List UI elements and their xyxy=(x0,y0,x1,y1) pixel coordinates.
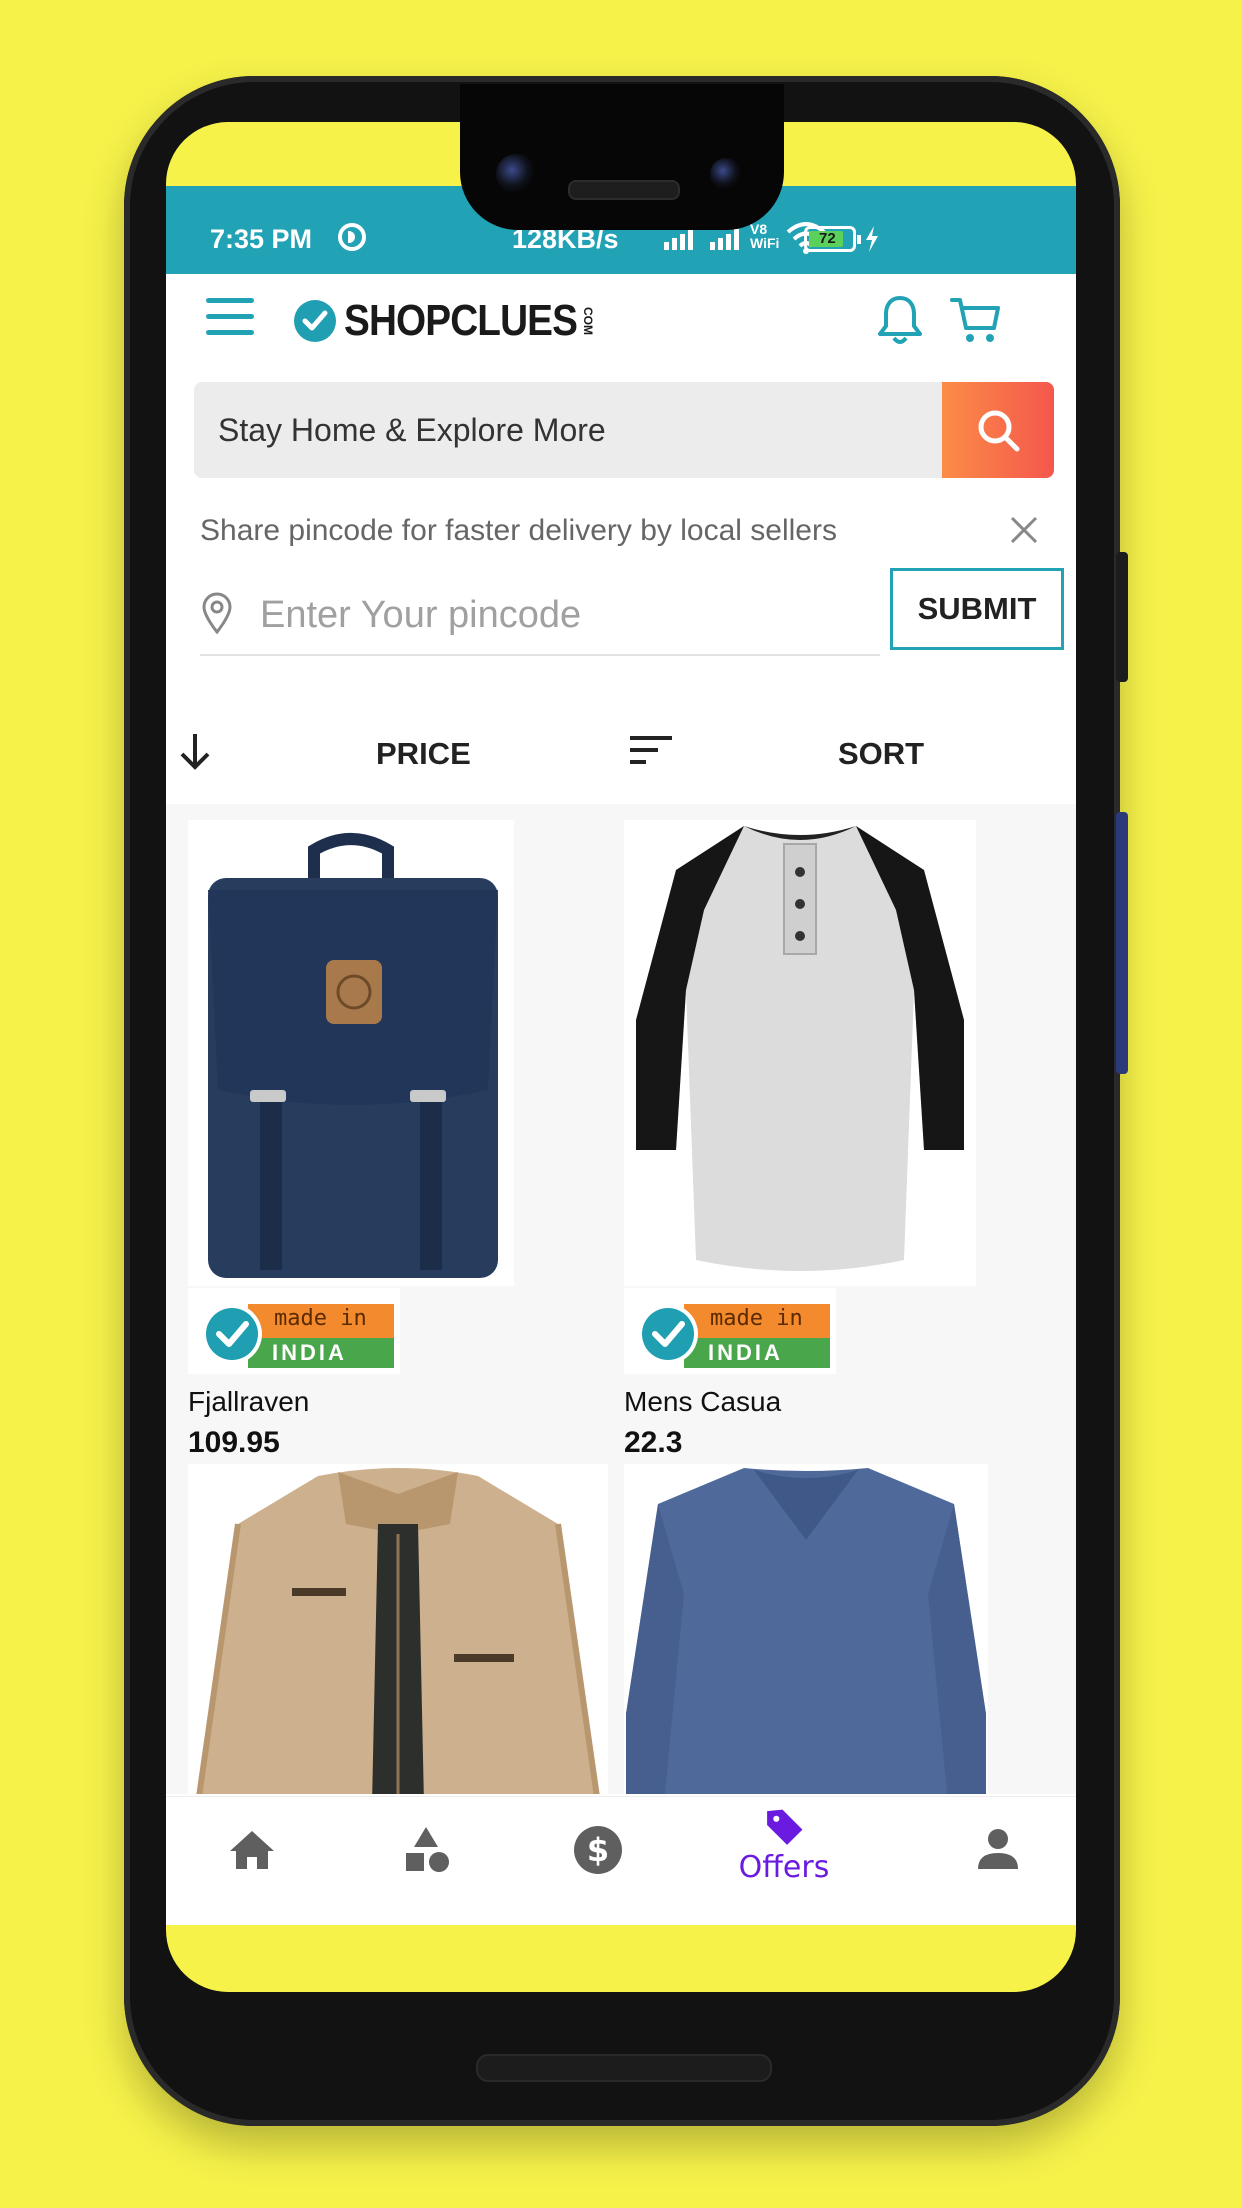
search-button[interactable] xyxy=(942,382,1054,478)
bell-icon[interactable] xyxy=(872,292,928,348)
product-name[interactable]: Fjallraven xyxy=(188,1386,309,1418)
phone-notch xyxy=(460,84,784,230)
badge-bottom-text: INDIA xyxy=(708,1340,783,1365)
product-card[interactable]: made in INDIA Mens Casua 22.3 xyxy=(624,820,976,1459)
product-image[interactable] xyxy=(188,820,514,1286)
pincode-input[interactable]: Enter Your pincode xyxy=(200,574,880,656)
badge-bottom-text: INDIA xyxy=(272,1340,347,1365)
phone-chin-speaker xyxy=(476,2054,772,2082)
nav-profile[interactable] xyxy=(958,1823,1038,1903)
nav-categories[interactable] xyxy=(388,1823,468,1903)
app-content: SHOPCLUES COM Stay Home & Explore More S xyxy=(166,274,1076,1925)
product-price: 109.95 xyxy=(188,1426,280,1459)
arrow-down-icon[interactable] xyxy=(170,726,220,776)
product-card[interactable] xyxy=(188,1464,608,1794)
bottom-nav: $ Offers xyxy=(166,1796,1076,1925)
vowifi-icon: V8 WiFi xyxy=(750,221,780,251)
front-sensor xyxy=(710,158,742,190)
volume-button xyxy=(1116,812,1128,1074)
data-saver-icon xyxy=(338,223,366,251)
shopclues-logo[interactable]: SHOPCLUES COM xyxy=(294,296,595,346)
status-time: 7:35 PM xyxy=(210,224,313,254)
submit-button[interactable]: SUBMIT xyxy=(890,568,1064,650)
search-input[interactable]: Stay Home & Explore More xyxy=(218,412,606,449)
filter-bar: PRICE SORT xyxy=(166,706,1076,796)
battery-icon: 72 xyxy=(804,226,861,252)
sort-filter[interactable]: SORT xyxy=(838,736,924,772)
home-icon xyxy=(230,1831,274,1869)
pincode-message: Share pincode for faster delivery by loc… xyxy=(200,514,837,547)
menu-icon[interactable] xyxy=(206,298,254,338)
product-image[interactable] xyxy=(624,820,976,1286)
power-button xyxy=(1116,552,1128,682)
nav-wallet[interactable]: $ xyxy=(558,1823,638,1903)
logo-check-icon xyxy=(294,300,336,342)
product-image[interactable] xyxy=(624,1464,988,1794)
pincode-placeholder: Enter Your pincode xyxy=(260,594,582,636)
badge-top-text: made in xyxy=(274,1306,367,1331)
logo-text: SHOPCLUES xyxy=(344,296,578,345)
battery-level: 72 xyxy=(819,230,836,247)
sort-icon[interactable] xyxy=(626,726,676,776)
app-header: SHOPCLUES COM xyxy=(166,274,1076,370)
location-pin-icon xyxy=(202,592,232,634)
logo-suffix: COM xyxy=(580,307,595,335)
front-camera xyxy=(496,154,536,194)
svg-text:$: $ xyxy=(587,1831,609,1869)
phone-screen: 7:35 PM 128KB/s V8 WiFi 72 SHOPCLUES COM… xyxy=(166,122,1076,1992)
product-card[interactable] xyxy=(624,1464,988,1794)
dollar-icon: $ xyxy=(574,1826,622,1874)
offers-tag-icon xyxy=(767,1809,803,1845)
product-card[interactable]: made in INDIA Fjallraven 109.95 xyxy=(188,820,514,1459)
search-icon xyxy=(978,410,1020,452)
charging-icon xyxy=(866,226,878,252)
close-icon[interactable] xyxy=(1004,510,1044,550)
search-bar[interactable]: Stay Home & Explore More xyxy=(194,382,1054,478)
made-in-india-badge: made in INDIA xyxy=(188,1288,400,1374)
nav-offers[interactable]: Offers xyxy=(718,1805,850,1885)
nav-offers-label: Offers xyxy=(738,1850,830,1885)
product-name[interactable]: Mens Casua xyxy=(624,1386,781,1418)
profile-icon xyxy=(978,1829,1018,1869)
cart-icon[interactable] xyxy=(948,292,1004,348)
badge-top-text: made in xyxy=(710,1306,803,1331)
product-grid: made in INDIA Fjallraven 109.95 made in … xyxy=(166,804,1076,1794)
price-filter[interactable]: PRICE xyxy=(376,736,471,772)
made-in-india-badge: made in INDIA xyxy=(624,1288,836,1374)
categories-icon xyxy=(406,1827,449,1872)
nav-home[interactable] xyxy=(212,1823,292,1903)
earpiece-speaker xyxy=(568,180,680,200)
product-image[interactable] xyxy=(188,1464,608,1794)
product-price: 22.3 xyxy=(624,1426,683,1459)
